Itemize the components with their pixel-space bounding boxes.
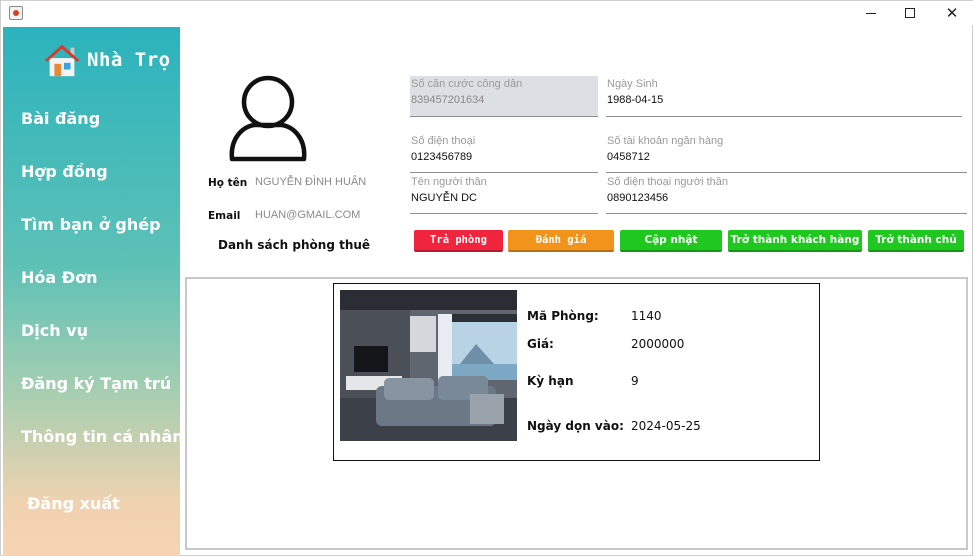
room-move-in-label: Ngày dọn vào: xyxy=(527,419,624,433)
minimize-icon xyxy=(866,12,876,14)
room-id-label: Mã Phòng: xyxy=(527,309,599,323)
rented-rooms-title: Danh sách phòng thuê xyxy=(218,238,371,252)
room-move-in-value: 2024-05-25 xyxy=(631,419,701,433)
citizen-id-field: Số căn cước công dân 839457201634 xyxy=(410,76,598,117)
citizen-id-value: 839457201634 xyxy=(411,94,485,106)
room-term-label: Kỳ hạn xyxy=(527,374,574,388)
java-app-icon xyxy=(9,6,23,20)
brand-title: Nhà Trọ xyxy=(87,49,171,71)
close-button[interactable]: ✕ xyxy=(930,1,973,25)
sidebar-item-services[interactable]: Dịch vụ xyxy=(21,321,88,340)
phone-field[interactable]: Số điện thoại 0123456789 xyxy=(410,133,598,173)
room-price-label: Giá: xyxy=(527,337,554,351)
maximize-button[interactable] xyxy=(888,1,932,25)
room-photo xyxy=(340,290,517,441)
update-button[interactable]: Cập nhật xyxy=(620,230,722,252)
sidebar: Nhà Trọ Bài đăng Hợp đồng Tìm bạn ở ghép… xyxy=(3,27,184,556)
maximize-icon xyxy=(905,8,915,18)
sidebar-item-personal-info[interactable]: Thông tin cá nhân xyxy=(21,427,184,446)
bank-account-field[interactable]: Số tài khoản ngân hàng 0458712 xyxy=(606,133,967,173)
minimize-button[interactable] xyxy=(849,1,893,25)
sidebar-item-logout[interactable]: Đăng xuất xyxy=(27,494,120,513)
phone-label: Số điện thoại xyxy=(411,135,476,147)
email-label: Email xyxy=(208,210,241,222)
app-window: ✕ Nhà Trọ Bài đăng Hợp đồng Tìm bạn ở gh… xyxy=(0,0,973,556)
email-value: HUAN@GMAIL.COM xyxy=(255,209,361,221)
sidebar-item-invoices[interactable]: Hóa Đơn xyxy=(21,268,98,287)
name-label: Họ tên xyxy=(208,177,248,189)
phone-value: 0123456789 xyxy=(411,151,473,163)
brand: Nhà Trọ xyxy=(43,39,171,81)
relative-phone-value: 0890123456 xyxy=(607,192,669,204)
sidebar-item-temp-residence[interactable]: Đăng ký Tạm trú xyxy=(21,374,171,393)
sidebar-item-posts[interactable]: Bài đăng xyxy=(21,109,100,128)
user-icon xyxy=(229,75,307,162)
title-bar: ✕ xyxy=(1,1,973,25)
become-customer-button[interactable]: Trở thành khách hàng xyxy=(728,230,862,252)
room-term-value: 9 xyxy=(631,374,639,388)
room-price-value: 2000000 xyxy=(631,337,685,351)
sidebar-item-contracts[interactable]: Hợp đồng xyxy=(21,162,108,181)
relative-name-label: Tên người thân xyxy=(411,176,487,188)
room-id-value: 1140 xyxy=(631,309,662,323)
sidebar-item-find-roommate[interactable]: Tìm bạn ở ghép xyxy=(21,215,161,234)
relative-name-field[interactable]: Tên người thân NGUYỄN DC xyxy=(410,174,598,214)
relative-name-value: NGUYỄN DC xyxy=(411,192,478,204)
become-owner-button[interactable]: Trở thành chủ xyxy=(868,230,964,252)
relative-phone-field[interactable]: Số điện thoại người thân 0890123456 xyxy=(606,174,967,214)
review-button[interactable]: Đánh giá xyxy=(508,230,614,252)
close-icon: ✕ xyxy=(945,3,959,22)
house-icon xyxy=(44,44,80,77)
bank-account-label: Số tài khoản ngân hàng xyxy=(607,135,724,147)
birthday-value: 1988-04-15 xyxy=(607,94,664,106)
birthday-label: Ngày Sinh xyxy=(607,78,658,90)
bank-account-value: 0458712 xyxy=(607,151,650,163)
relative-phone-label: Số điện thoại người thân xyxy=(607,176,728,188)
birthday-field[interactable]: Ngày Sinh 1988-04-15 xyxy=(606,76,962,117)
name-value: NGUYỄN ĐÌNH HUÂN xyxy=(255,176,367,188)
citizen-id-label: Số căn cước công dân xyxy=(411,78,523,90)
return-room-button[interactable]: Trả phòng xyxy=(414,230,503,252)
